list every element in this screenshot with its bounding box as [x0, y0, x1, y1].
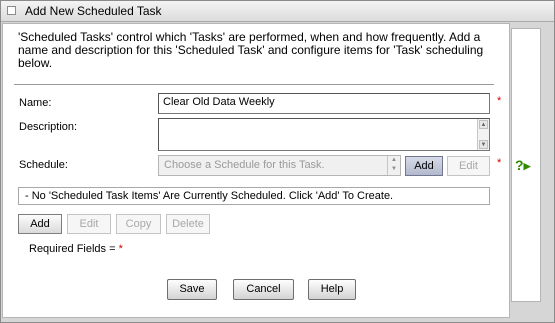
item-edit-button[interactable]: Edit — [67, 214, 111, 234]
schedule-label: Schedule: — [19, 159, 68, 171]
help-button[interactable]: Help — [308, 279, 356, 300]
name-label: Name: — [19, 97, 52, 109]
save-button[interactable]: Save — [167, 279, 217, 300]
empty-items-message: - No 'Scheduled Task Items' Are Currentl… — [25, 190, 394, 202]
item-copy-button[interactable]: Copy — [116, 214, 161, 234]
title-bar: Add New Scheduled Task — [1, 1, 554, 22]
schedule-edit-button[interactable]: Edit — [447, 156, 490, 176]
required-fields-note: Required Fields = * — [29, 243, 123, 255]
intro-text: 'Scheduled Tasks' control which 'Tasks' … — [18, 30, 484, 70]
scheduled-items-list: - No 'Scheduled Task Items' Are Currentl… — [18, 187, 490, 205]
required-fields-marker: * — [118, 243, 123, 255]
schedule-add-button[interactable]: Add — [405, 156, 443, 176]
help-arrow-icon[interactable]: ?▶ — [515, 157, 537, 173]
description-scrollbar[interactable]: ▲ ▼ — [477, 119, 489, 150]
item-add-button[interactable]: Add — [18, 214, 62, 234]
schedule-select[interactable]: Choose a Schedule for this Task. ▲ ▼ — [158, 155, 401, 176]
dialog-title: Add New Scheduled Task — [25, 4, 162, 18]
schedule-required-marker: * — [497, 157, 502, 169]
item-delete-button[interactable]: Delete — [166, 214, 210, 234]
name-field[interactable]: Clear Old Data Weekly — [158, 93, 490, 114]
scroll-down-icon[interactable]: ▼ — [479, 140, 488, 149]
scroll-up-icon[interactable]: ▲ — [479, 120, 488, 129]
description-field[interactable]: ▲ ▼ — [158, 118, 490, 151]
divider — [14, 84, 494, 85]
schedule-placeholder: Choose a Schedule for this Task. — [164, 159, 325, 171]
cancel-button[interactable]: Cancel — [233, 279, 294, 300]
name-required-marker: * — [497, 95, 502, 107]
required-fields-label: Required Fields = — [29, 243, 116, 255]
window-icon — [7, 6, 16, 15]
description-label: Description: — [19, 121, 78, 133]
spinner-icon[interactable]: ▲ ▼ — [387, 156, 400, 175]
